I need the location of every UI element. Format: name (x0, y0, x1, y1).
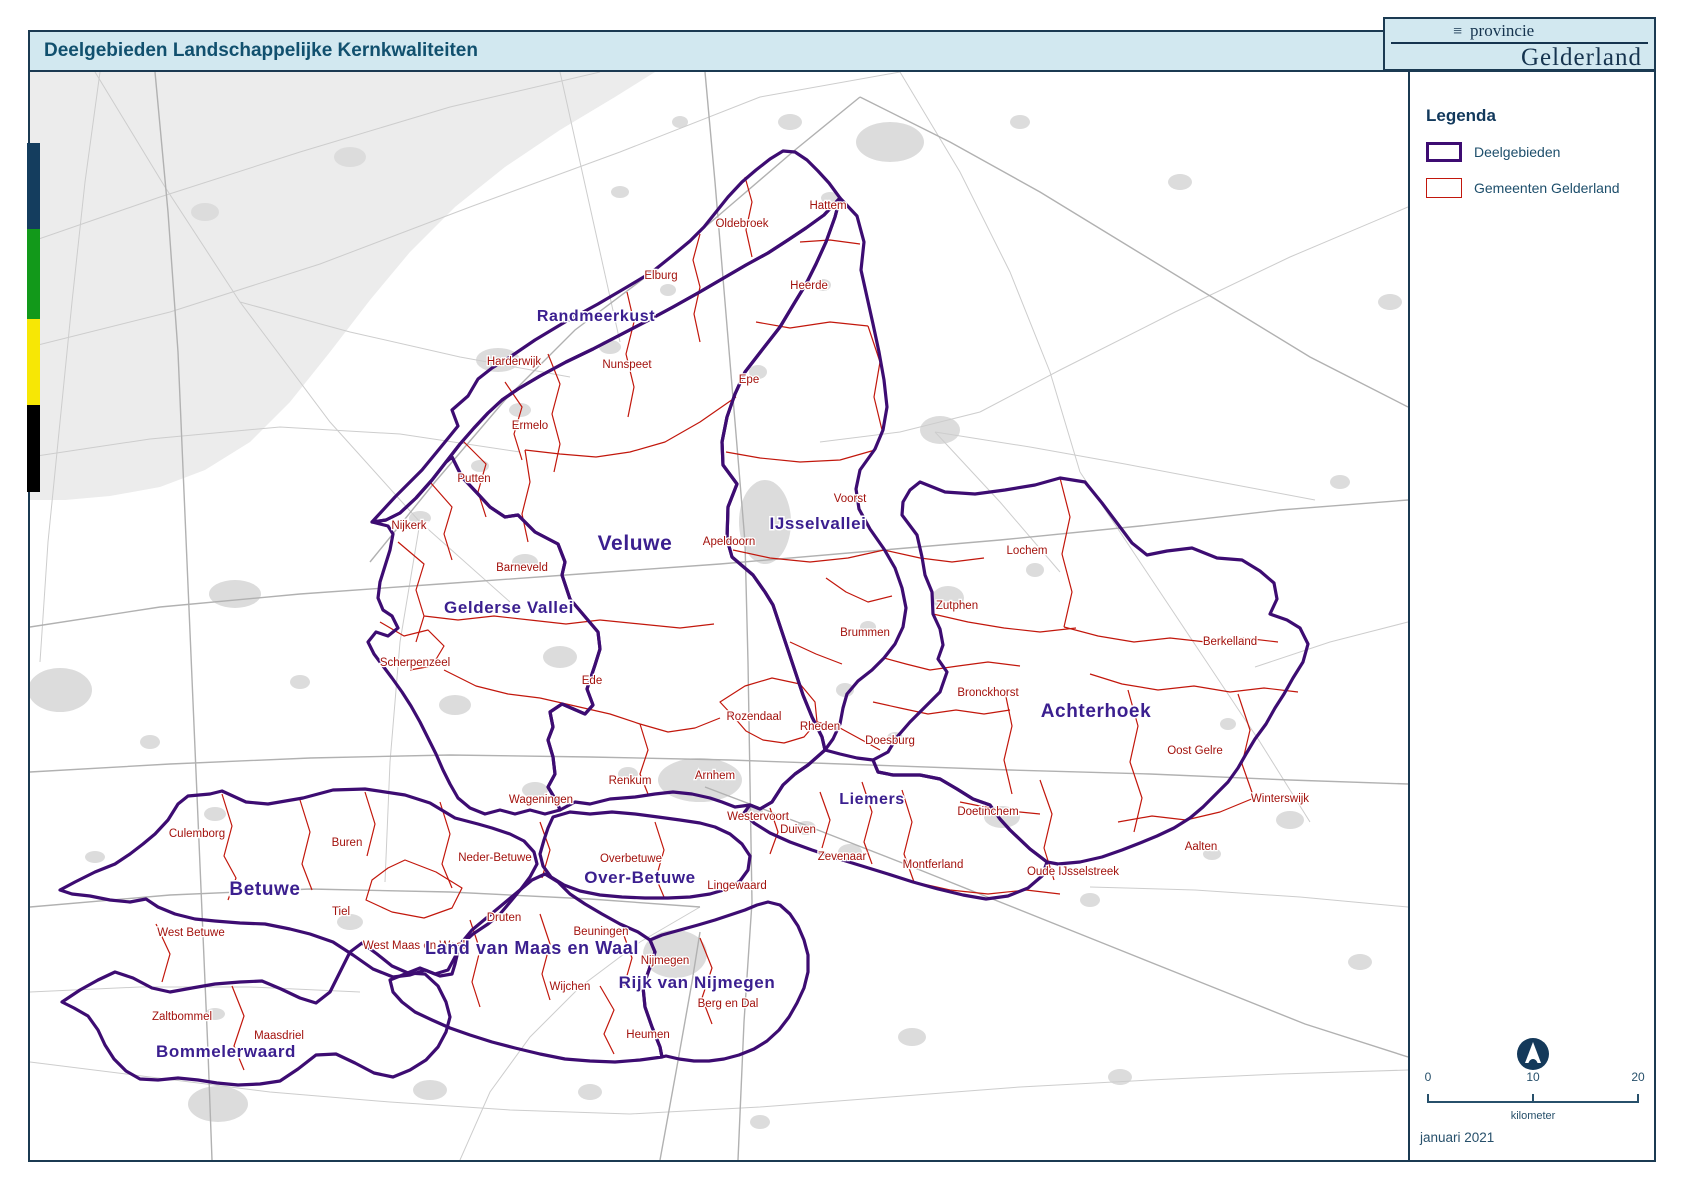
muni-label-neder-betuwe: Neder-Betuwe (458, 852, 532, 864)
region-label-randmeerkust: Randmeerkust (537, 308, 655, 325)
region-label-bommelerwaard: Bommelerwaard (156, 1042, 296, 1061)
logo-line-gelderland: Gelderland (1391, 44, 1648, 71)
muni-label-duiven: Duiven (780, 824, 816, 836)
muni-label-overbetuwe: Overbetuwe (600, 853, 662, 865)
deelgebied-land-van-maas-en-waal (390, 874, 662, 1062)
muni-label-rozendaal: Rozendaal (727, 711, 782, 723)
muni-label-doesburg: Doesburg (865, 735, 915, 747)
muni-label-heumen: Heumen (626, 1029, 669, 1041)
muni-label-culemborg: Culemborg (169, 828, 225, 840)
muni-label-doetinchem: Doetinchem (957, 806, 1018, 818)
region-label-rijk-van-nijmegen: Rijk van Nijmegen (619, 973, 776, 992)
region-label-ijsselvallei: IJsselvallei (770, 514, 867, 533)
region-label-liemers: Liemers (839, 791, 905, 808)
muni-label-druten: Druten (487, 912, 522, 924)
scale-tick-10: 10 (1526, 1070, 1539, 1084)
muni-label-zevenaar: Zevenaar (818, 851, 867, 863)
muni-label-zutphen: Zutphen (936, 600, 978, 612)
color-strip-green (27, 229, 40, 319)
color-strip-black (27, 405, 40, 492)
muni-label-beuningen: Beuningen (574, 926, 629, 938)
muni-label-oost-gelre: Oost Gelre (1167, 745, 1223, 757)
region-label-veluwe: Veluwe (598, 532, 673, 555)
scale-tick-0: 0 (1425, 1070, 1432, 1084)
muni-label-elburg: Elburg (644, 270, 677, 282)
map-area: Hattem Oldebroek Elburg Heerde Harderwijk Nun… (30, 72, 1408, 1160)
region-label-achterhoek: Achterhoek (1041, 701, 1152, 722)
north-arrow-icon (1517, 1038, 1549, 1070)
deelgebied-achterhoek (873, 478, 1308, 864)
muni-label-voorst: Voorst (834, 493, 867, 505)
legend-panel: Legenda Deelgebieden Gemeenten Gelderlan… (1408, 72, 1654, 1160)
muni-label-berg-en-dal: Berg en Dal (698, 998, 759, 1010)
map-frame: Deelgebieden Landschappelijke Kernkwalit… (28, 30, 1656, 1162)
muni-label-epe: Epe (739, 374, 759, 386)
muni-label-berkelland: Berkelland (1203, 636, 1257, 648)
muni-label-bronckhorst: Bronckhorst (957, 687, 1019, 699)
region-label-gelderse-vallei: Gelderse Vallei (444, 598, 574, 617)
deelgebieden-swatch (1426, 142, 1462, 162)
muni-label-nunspeet: Nunspeet (602, 359, 652, 371)
muni-label-renkum: Renkum (609, 775, 652, 787)
color-strip-yellow (27, 319, 40, 405)
muni-label-nijkerk: Nijkerk (391, 520, 426, 532)
muni-label-west-betuwe: West Betuwe (157, 927, 225, 939)
muni-label-scherpenzeel: Scherpenzeel (380, 657, 450, 669)
logo-bars-icon: ≡ (1453, 21, 1462, 42)
muni-label-apeldoorn: Apeldoorn (703, 536, 755, 548)
scale-bar (1427, 1094, 1639, 1103)
muni-label-brummen: Brummen (840, 627, 890, 639)
muni-label-hattem: Hattem (809, 200, 846, 212)
logo-line-provincie: ≡provincie (1391, 20, 1648, 44)
muni-label-heerde: Heerde (790, 280, 828, 292)
muni-label-tiel: Tiel (332, 906, 350, 918)
legend-item-label: Deelgebieden (1474, 144, 1560, 160)
muni-label-maasdriel: Maasdriel (254, 1030, 304, 1042)
region-label-betuwe: Betuwe (229, 879, 300, 900)
deelgebied-bommelerwaard (62, 943, 450, 1085)
muni-label-oude-ijsselstreek: Oude IJsselstreek (1027, 866, 1119, 878)
muni-label-harderwijk: Harderwijk (487, 356, 542, 368)
muni-label-montferland: Montferland (903, 859, 964, 871)
muni-label-rheden: Rheden (800, 721, 840, 733)
page-title: Deelgebieden Landschappelijke Kernkwalit… (44, 40, 478, 62)
legend-heading: Legenda (1426, 106, 1654, 126)
legend-item-label: Gemeenten Gelderland (1474, 180, 1620, 196)
map-sheet: Deelgebieden Landschappelijke Kernkwalit… (0, 0, 1684, 1190)
muni-label-putten: Putten (457, 473, 490, 485)
legend-item-deelgebieden: Deelgebieden (1426, 142, 1654, 162)
scale-tick-20: 20 (1631, 1070, 1644, 1084)
muni-label-nijmegen: Nijmegen (641, 955, 690, 967)
color-strip-navy (27, 143, 40, 229)
muni-label-westervoort: Westervoort (727, 811, 790, 823)
muni-label-winterswijk: Winterswijk (1251, 793, 1309, 805)
region-label-over-betuwe: Over-Betuwe (584, 868, 695, 887)
gemeenten-swatch (1426, 178, 1462, 198)
muni-label-zaltbommel: Zaltbommel (152, 1011, 212, 1023)
muni-label-oldebroek: Oldebroek (715, 218, 768, 230)
muni-label-wijchen: Wijchen (550, 981, 591, 993)
map-canvas: Hattem Oldebroek Elburg Heerde Harderwijk Nun… (30, 72, 1408, 1160)
muni-label-lochem: Lochem (1007, 545, 1048, 557)
muni-label-buren: Buren (332, 837, 363, 849)
muni-label-barneveld: Barneveld (496, 562, 548, 574)
muni-label-ede: Ede (582, 675, 602, 687)
legend: Legenda Deelgebieden Gemeenten Gelderlan… (1410, 72, 1654, 198)
muni-label-arnhem: Arnhem (695, 770, 735, 782)
provincie-gelderland-logo: ≡provincie Gelderland (1383, 17, 1656, 71)
date-label: januari 2021 (1420, 1130, 1494, 1145)
muni-label-ermelo: Ermelo (512, 420, 548, 432)
legend-item-gemeenten: Gemeenten Gelderland (1426, 178, 1654, 198)
muni-label-wageningen: Wageningen (509, 794, 573, 806)
muni-label-lingewaard: Lingewaard (707, 880, 766, 892)
region-label-land-van-maas-en-waal: Land van Maas en Waal (425, 938, 639, 958)
scale-unit-label: kilometer (1511, 1110, 1556, 1122)
muni-label-aalten: Aalten (1185, 841, 1218, 853)
